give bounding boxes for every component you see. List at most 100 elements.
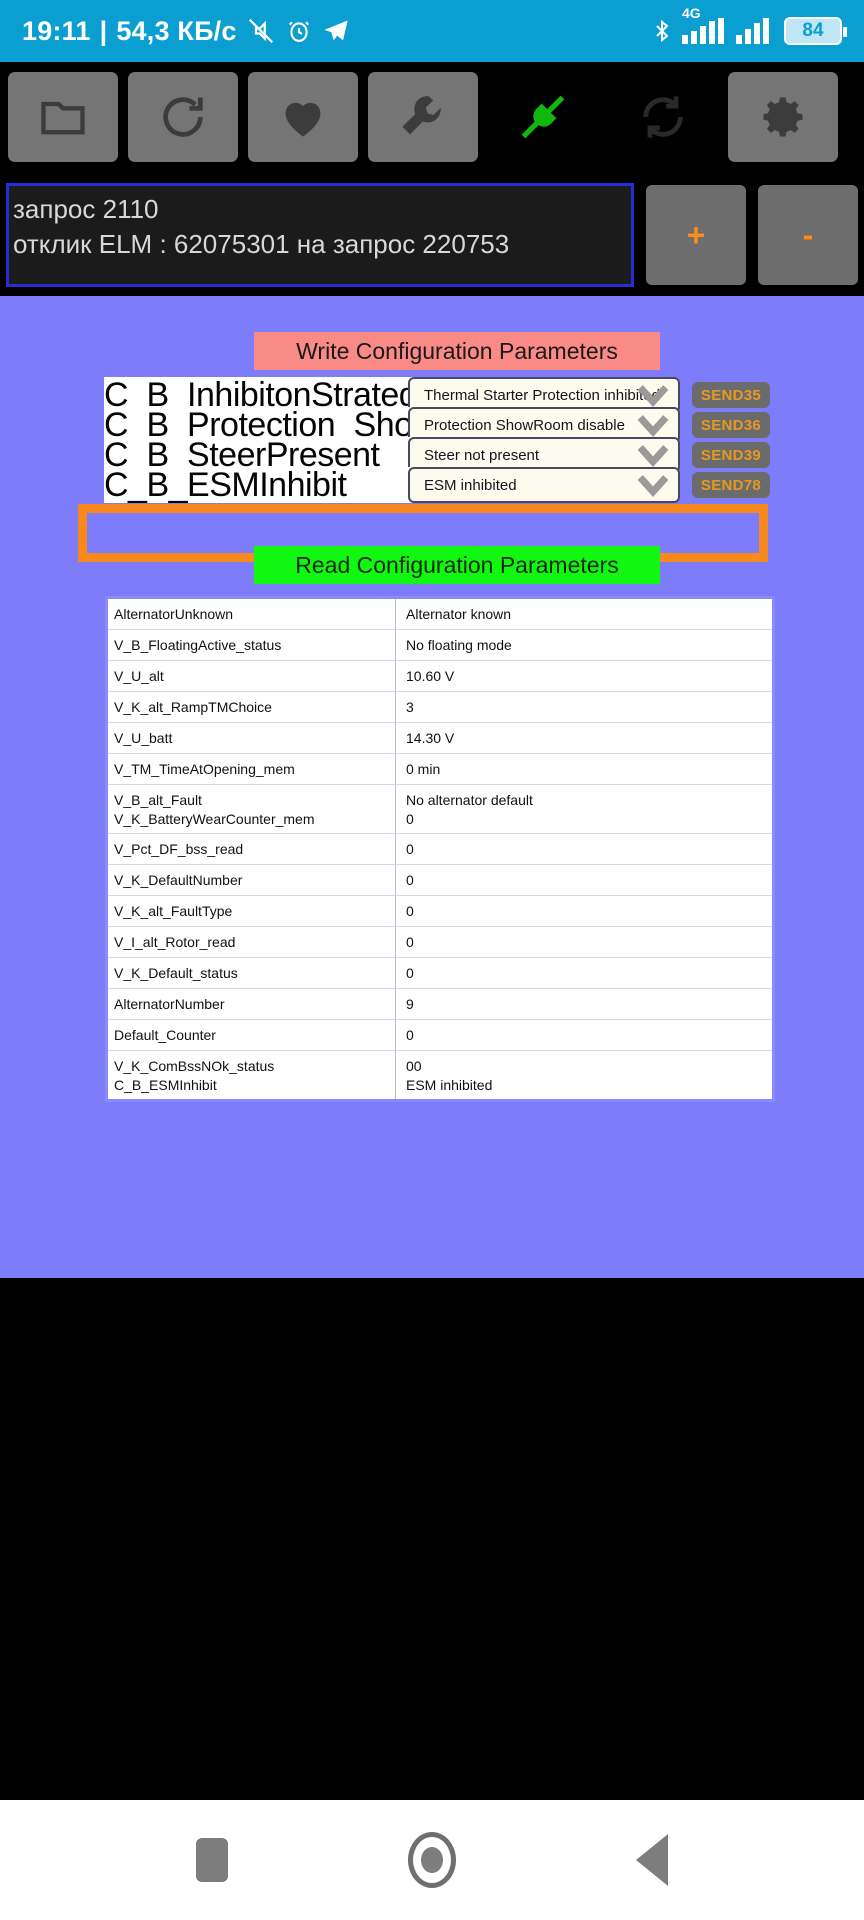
table-row: V_K_DefaultNumber 0 [108,865,772,896]
param-value: 9 [406,996,414,1012]
write-parameters-list: C_B_InhibitonStrategi Thermal Starter Pr… [0,376,864,562]
param-key: V_TM_TimeAtOpening_mem [108,754,396,784]
param-key: V_K_alt_RampTMChoice [108,692,396,722]
table-row: C_B_ESMInhibit ESM inhibited SEND78 [0,466,864,504]
param-key: V_K_Default_status [108,958,396,988]
table-row: V_K_alt_FaultType 0 [108,896,772,927]
empty-area [0,1278,864,1800]
param-dropdown-value: Steer not present [424,446,540,464]
table-row: V_K_Default_status 0 [108,958,772,989]
send-button[interactable]: SEND39 [692,442,770,468]
param-value: 0 [406,811,414,827]
param-value: 0 [406,965,414,981]
heart-icon[interactable] [248,72,358,162]
param-key: V_K_alt_FaultType [108,896,396,926]
elm-log-box[interactable]: запрос 2110 отклик ELM : 62075301 на зап… [6,183,634,287]
param-key: V_Pct_DF_bss_read [108,834,396,864]
bluetooth-icon [650,17,674,45]
alarm-icon [285,17,313,45]
read-parameters-table: AlternatorUnknown Alternator known V_B_F… [105,596,775,1102]
param-key: V_B_alt_Fault [114,792,202,808]
table-row: V_I_alt_Rotor_read 0 [108,927,772,958]
param-key-pair: V_B_alt_Fault V_K_BatteryWearCounter_mem [108,785,396,833]
param-value: 00 [406,1058,422,1074]
param-value-pair: 00 ESM inhibited [396,1051,772,1099]
param-value: 14.30 V [406,730,455,746]
param-value: 0 min [406,761,441,777]
param-value: 0 [406,841,414,857]
param-dropdown[interactable]: ESM inhibited [408,467,680,503]
table-row: V_U_batt 14.30 V [108,723,772,754]
network-type-label: 4G [682,5,701,21]
param-key: C_B_ESMInhibit [114,1077,217,1093]
log-row: запрос 2110 отклик ELM : 62075301 на зап… [0,180,864,290]
param-value: ESM inhibited [406,1077,493,1093]
param-value: Alternator known [406,606,512,622]
param-key: V_B_FloatingActive_status [108,630,396,660]
system-nav-bar [0,1800,864,1920]
status-data-rate: 54,3 КБ/с [116,15,237,46]
param-key: Default_Counter [108,1020,396,1050]
param-key: V_U_batt [108,723,396,753]
table-row: V_TM_TimeAtOpening_mem 0 min [108,754,772,785]
table-row: Default_Counter 0 [108,1020,772,1051]
status-bar-right: 4G 84 [650,5,847,45]
param-key: V_K_ComBssNOk_status [114,1058,275,1074]
table-row: AlternatorUnknown Alternator known [108,599,772,630]
folder-icon[interactable] [8,72,118,162]
param-key: V_I_alt_Rotor_read [108,927,396,957]
param-key: AlternatorUnknown [108,599,396,629]
param-value: No alternator default [406,792,533,808]
table-row: V_B_FloatingActive_status No floating mo… [108,630,772,661]
log-line-2: отклик ELM : 62075301 на запрос 220753 [13,229,510,259]
log-line-1: запрос 2110 [13,194,159,224]
param-name: C_B_ESMInhibit [104,467,422,503]
status-bar: 19:11 | 54,3 КБ/с 4G 84 [0,0,864,62]
send-button[interactable]: SEND36 [692,412,770,438]
status-separator: | [99,15,108,46]
param-key-pair: V_K_ComBssNOk_status C_B_ESMInhibit [108,1051,396,1099]
sync-icon[interactable] [608,72,718,162]
gear-icon[interactable] [728,72,838,162]
plug-connected-icon[interactable] [488,72,598,162]
param-value-pair: No alternator default 0 [396,785,772,833]
back-icon[interactable] [636,1834,668,1886]
read-config-header[interactable]: Read Configuration Parameters [254,546,660,584]
param-value: 0 [406,1027,414,1043]
phone-screen: 19:11 | 54,3 КБ/с 4G 84 запрос 2110 откл… [0,0,864,1920]
chevron-down-icon [636,473,670,501]
param-key: V_K_DefaultNumber [108,865,396,895]
wrench-icon[interactable] [368,72,478,162]
status-bar-left: 19:11 | 54,3 КБ/с [22,16,350,47]
table-row: V_K_alt_RampTMChoice 3 [108,692,772,723]
param-key: V_K_BatteryWearCounter_mem [114,811,315,827]
table-row: V_K_ComBssNOk_status C_B_ESMInhibit 00 E… [108,1051,772,1099]
write-config-header[interactable]: Write Configuration Parameters [254,332,660,370]
param-value: 10.60 V [406,668,455,684]
battery-icon: 84 [784,17,847,45]
param-dropdown-value: Thermal Starter Protection inhibited [424,386,660,404]
param-dropdown-value: ESM inhibited [424,476,517,494]
decrease-button[interactable]: - [758,185,858,285]
telegram-icon [322,17,350,45]
table-row: V_B_alt_Fault V_K_BatteryWearCounter_mem… [108,785,772,834]
param-dropdown-value: Protection ShowRoom disable [424,416,625,434]
send-button[interactable]: SEND78 [692,472,770,498]
increase-button[interactable]: + [646,185,746,285]
param-key: AlternatorNumber [108,989,396,1019]
mute-icon [246,16,276,46]
reload-icon[interactable] [128,72,238,162]
signal-4g-icon: 4G [682,5,728,44]
param-value: 3 [406,699,414,715]
main-content: Write Configuration Parameters C_B_Inhib… [0,296,864,1278]
table-row: V_U_alt 10.60 V [108,661,772,692]
table-row: AlternatorNumber 9 [108,989,772,1020]
param-value: No floating mode [406,637,512,653]
signal-icon [736,18,776,44]
param-value: 0 [406,934,414,950]
app-toolbar [0,62,864,172]
recents-icon[interactable] [196,1838,228,1882]
param-value: 0 [406,872,414,888]
home-icon[interactable] [408,1832,456,1888]
send-button[interactable]: SEND35 [692,382,770,408]
